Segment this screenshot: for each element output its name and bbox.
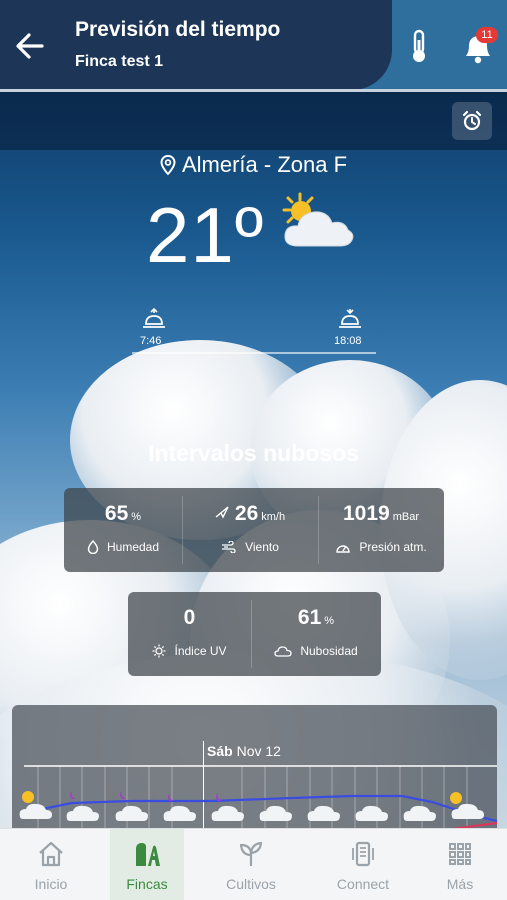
grid-icon	[449, 843, 471, 865]
cloudiness-value: 61	[297, 606, 322, 629]
pressure-metric: 1019 mBar Presión atm.	[318, 502, 444, 554]
home-icon	[39, 841, 63, 867]
fincas-icon	[136, 843, 160, 866]
pressure-label: Presión atm.	[359, 540, 427, 554]
humidity-label: Humedad	[106, 540, 160, 554]
sunset-icon	[339, 309, 361, 328]
forecast-graph	[19, 765, 497, 830]
device-icon	[352, 841, 374, 867]
gauge-icon	[336, 545, 351, 553]
pressure-unit: mBar	[392, 511, 419, 523]
uv-label: Índice UV	[174, 644, 227, 658]
nav-item-connect[interactable]: Connect	[318, 829, 408, 900]
sunset-time: 18:08	[334, 335, 362, 347]
droplet-icon	[87, 540, 99, 554]
nav-label-inicio: Inicio	[34, 876, 68, 892]
daylight-bar	[132, 352, 376, 354]
nav-item-mas[interactable]: Más	[420, 829, 500, 900]
weather-condition: Intervalos nubosos	[148, 440, 359, 466]
nav-item-cultivos[interactable]: Cultivos	[205, 829, 297, 900]
notification-badge: 11	[476, 27, 498, 43]
sun-outline-icon	[152, 644, 166, 658]
wind-metric: 26 km/h Viento	[182, 502, 318, 554]
nav-item-inicio[interactable]: Inicio	[0, 829, 102, 900]
nav-item-fincas[interactable]: Fincas	[110, 829, 184, 900]
wind-unit: km/h	[261, 511, 286, 523]
cloudiness-metric: 61% Nubosidad	[251, 606, 381, 658]
humidity-metric: 65% Humedad	[64, 502, 182, 554]
uv-metric: 0 Índice UV	[128, 606, 251, 658]
partly-cloudy-icon	[282, 192, 354, 247]
page-title: Previsión del tiempo	[75, 18, 281, 41]
cloudiness-label: Nubosidad	[300, 644, 358, 658]
wind-label: Viento	[245, 540, 279, 554]
toolbar-strip	[0, 92, 507, 150]
hourly-forecast-chart[interactable]: Sáb Nov 12	[12, 705, 497, 830]
current-temperature: 21º	[146, 191, 265, 279]
sprout-icon	[239, 841, 263, 866]
location-pin-icon	[160, 155, 176, 175]
page-subtitle: Finca test 1	[75, 53, 164, 70]
pressure-value: 1019	[343, 502, 390, 525]
nav-label-cultivos: Cultivos	[226, 876, 276, 892]
wind-value: 26	[234, 502, 259, 525]
alarm-button[interactable]	[452, 102, 492, 140]
nav-label-connect: Connect	[336, 876, 390, 892]
humidity-unit: %	[131, 511, 142, 523]
metrics-panel-secondary: 0 Índice UV 61% Nubosidad	[128, 592, 381, 676]
sunrise-icon	[143, 308, 165, 328]
app-header: Previsión del tiempo Finca test 1 11	[0, 0, 507, 92]
uv-value: 0	[183, 606, 196, 629]
forecast-weather-icons	[19, 791, 484, 821]
wind-direction-icon	[215, 506, 229, 519]
location-text: Almería - Zona F	[181, 152, 348, 177]
humidity-value: 65	[104, 502, 129, 525]
alarm-clock-icon	[462, 110, 482, 131]
location-label: Almería - Zona F	[0, 152, 507, 178]
bottom-navigation: Inicio Fincas Cultivos Connect Más	[0, 828, 507, 900]
metrics-panel: 65% Humedad 26 km/h Viento 1019 mBar Presi…	[64, 488, 444, 572]
thermometer-icon[interactable]	[406, 28, 432, 64]
header-title-area	[0, 0, 392, 90]
nav-label-mas: Más	[446, 876, 474, 892]
cloud-icon	[274, 646, 292, 657]
sunrise-time: 7:46	[140, 335, 162, 347]
cloudiness-unit: %	[324, 615, 335, 627]
nav-label-fincas: Fincas	[126, 876, 168, 892]
wind-icon	[222, 541, 236, 553]
back-arrow-icon[interactable]	[12, 28, 48, 64]
